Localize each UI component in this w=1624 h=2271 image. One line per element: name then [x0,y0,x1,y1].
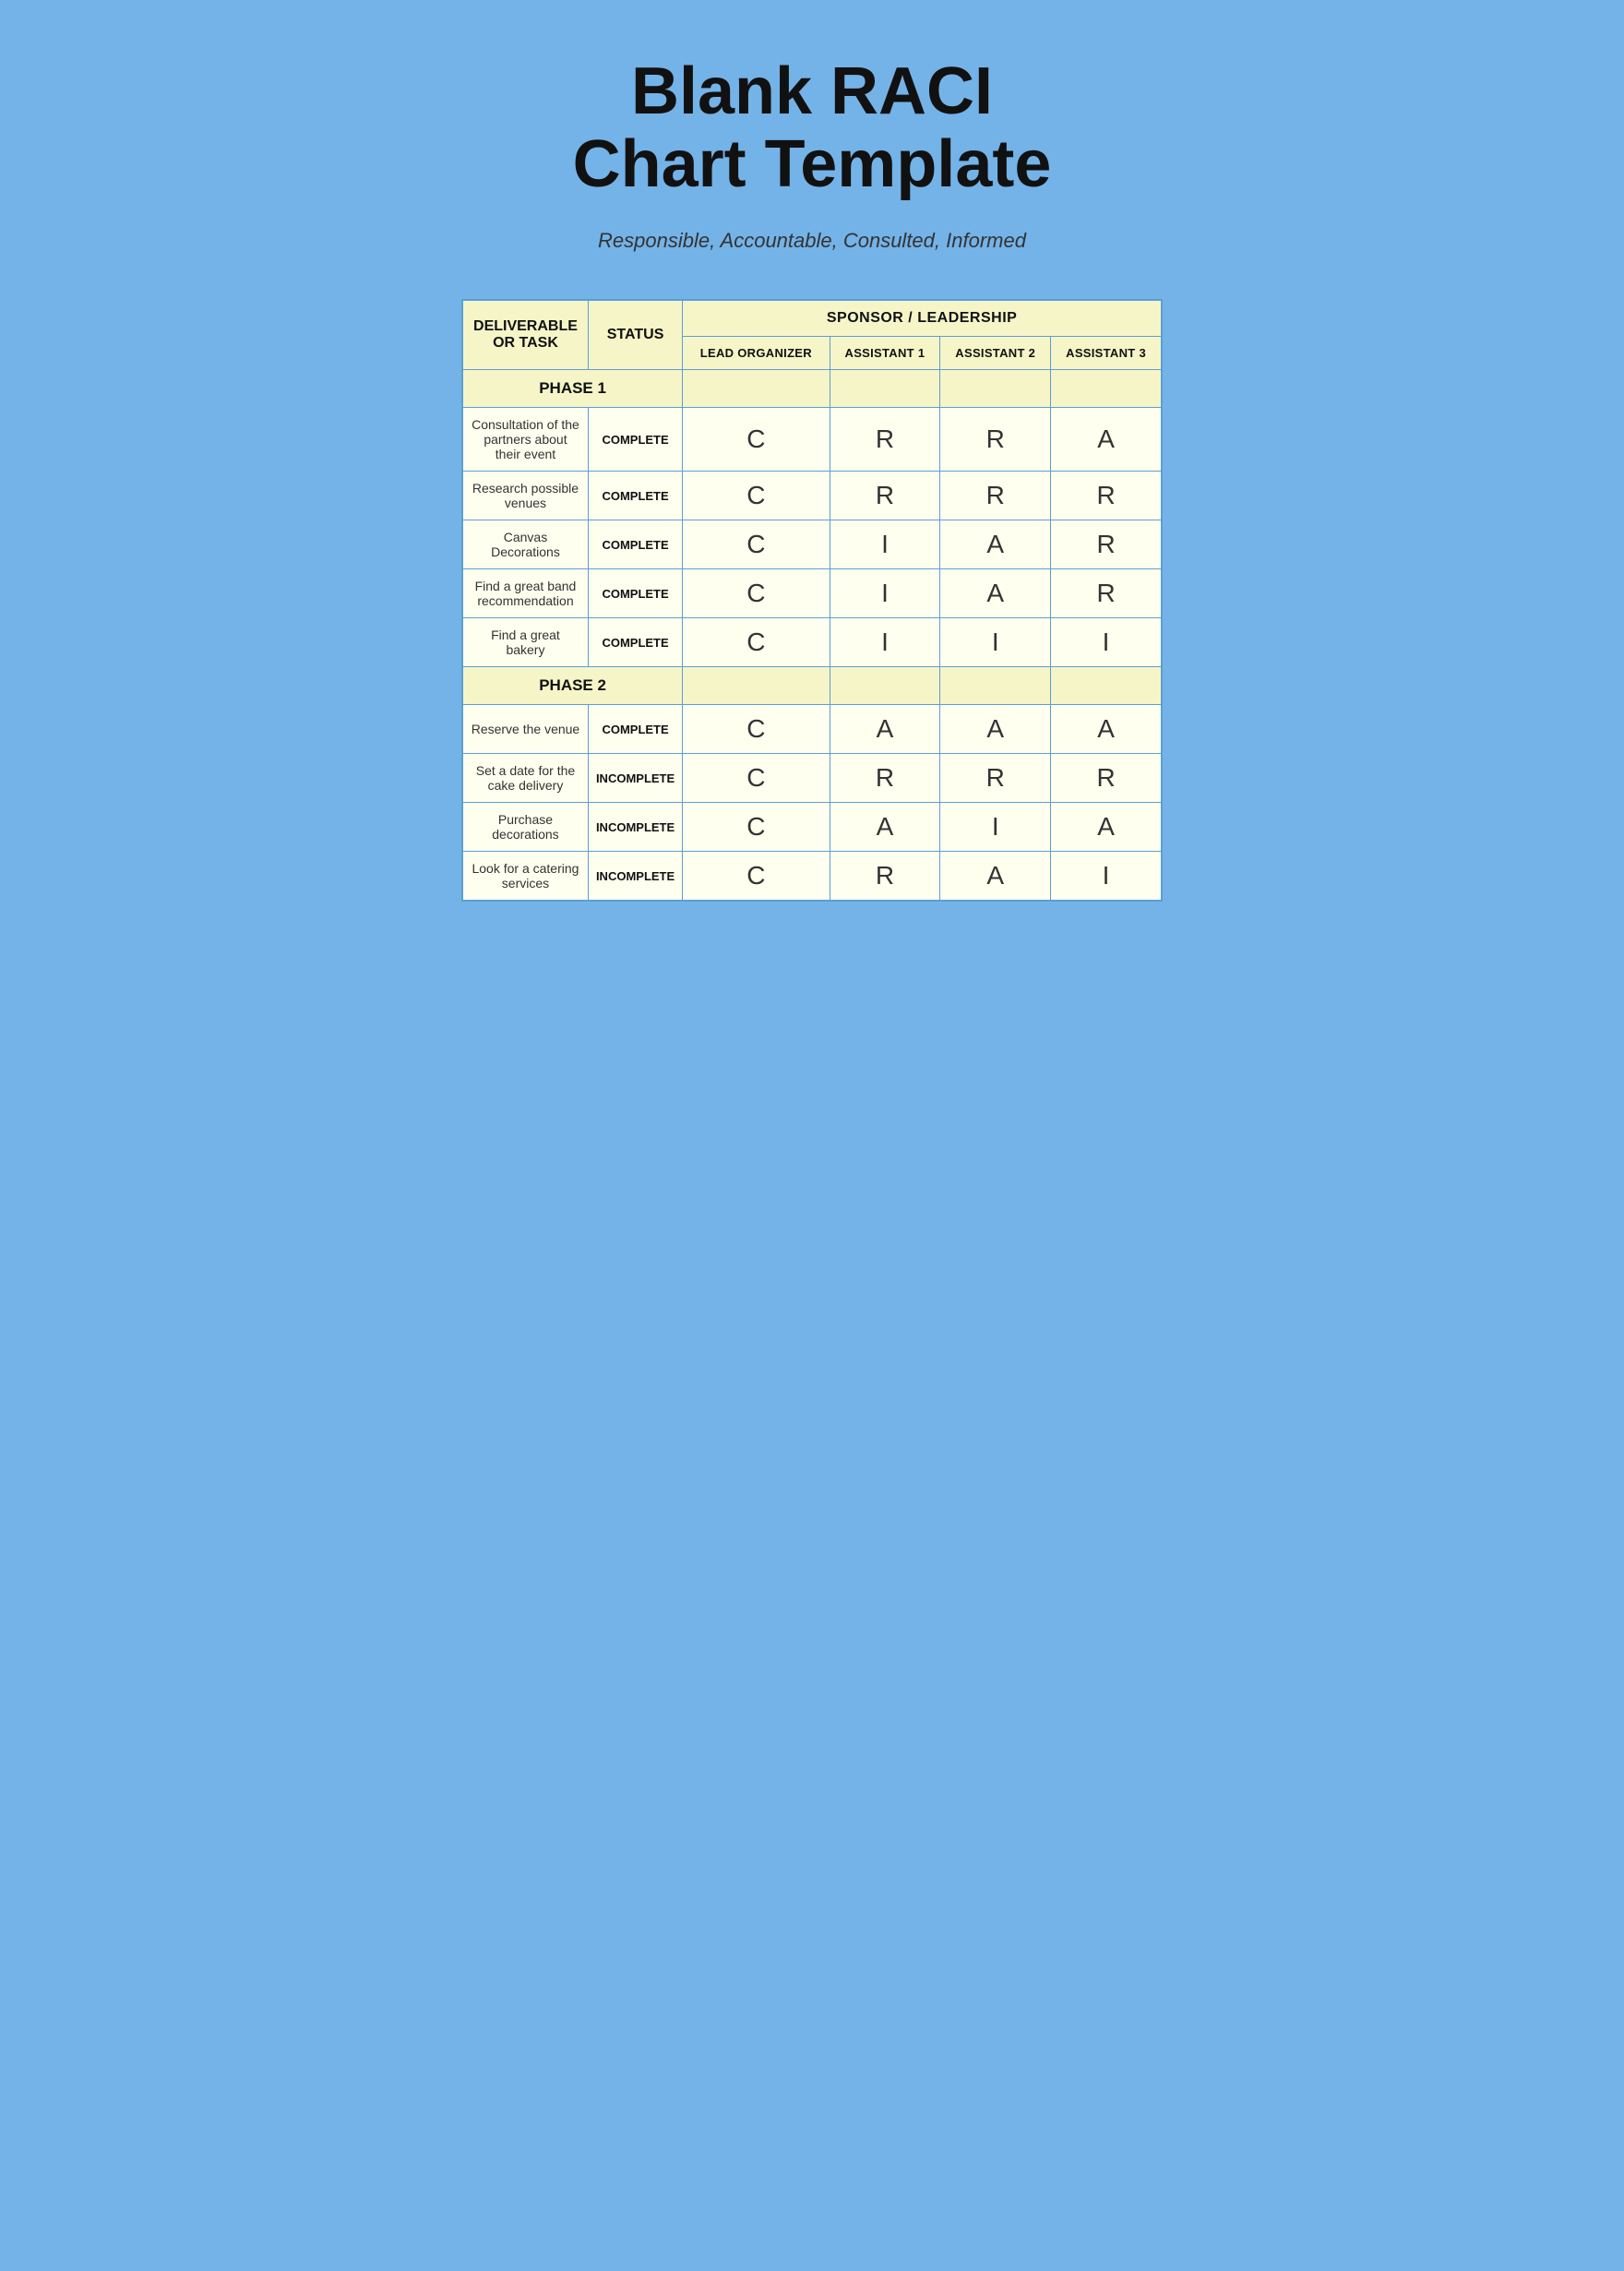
phase1-row: PHASE 1 [462,370,1162,408]
page-subtitle: Responsible, Accountable, Consulted, Inf… [598,229,1026,253]
a3-raci: A [1051,803,1162,852]
a1-raci: R [830,472,940,520]
table-row: Canvas Decorations COMPLETE C I A R [462,520,1162,569]
table-row: Find a great band recommendation COMPLET… [462,569,1162,618]
header-assistant1: ASSISTANT 1 [830,337,940,370]
a2-raci: I [940,618,1051,667]
status-cell: COMPLETE [588,705,682,754]
lead-raci: C [683,520,830,569]
table-row: Reserve the venue COMPLETE C A A A [462,705,1162,754]
lead-raci: C [683,754,830,803]
status-cell: INCOMPLETE [588,754,682,803]
a3-raci: A [1051,705,1162,754]
a3-raci: R [1051,472,1162,520]
a3-raci: R [1051,520,1162,569]
header-assistant3: ASSISTANT 3 [1051,337,1162,370]
a1-raci: R [830,852,940,902]
status-cell: COMPLETE [588,618,682,667]
a1-raci: R [830,408,940,472]
table-row: Find a great bakery COMPLETE C I I I [462,618,1162,667]
status-cell: INCOMPLETE [588,803,682,852]
lead-raci: C [683,705,830,754]
task-name: Research possible venues [462,472,588,520]
task-name: Set a date for the cake delivery [462,754,588,803]
a3-raci: A [1051,408,1162,472]
lead-raci: C [683,472,830,520]
header-deliverable: DELIVERABLE OR TASK [462,300,588,370]
task-name: Find a great band recommendation [462,569,588,618]
a2-raci: A [940,569,1051,618]
phase1-label: PHASE 1 [462,370,683,408]
a2-raci: A [940,520,1051,569]
task-name: Canvas Decorations [462,520,588,569]
lead-raci: C [683,408,830,472]
a1-raci: I [830,520,940,569]
status-cell: COMPLETE [588,408,682,472]
header-assistant2: ASSISTANT 2 [940,337,1051,370]
task-name: Reserve the venue [462,705,588,754]
task-name: Look for a catering services [462,852,588,902]
phase2-label: PHASE 2 [462,667,683,705]
lead-raci: C [683,852,830,902]
task-name: Purchase decorations [462,803,588,852]
status-cell: COMPLETE [588,520,682,569]
status-cell: COMPLETE [588,569,682,618]
table-row: Purchase decorations INCOMPLETE C A I A [462,803,1162,852]
a2-raci: A [940,852,1051,902]
header-status: STATUS [588,300,682,370]
a2-raci: R [940,472,1051,520]
lead-raci: C [683,618,830,667]
table-row: Set a date for the cake delivery INCOMPL… [462,754,1162,803]
page-title: Blank RACI Chart Template [573,55,1052,201]
a2-raci: R [940,408,1051,472]
status-cell: COMPLETE [588,472,682,520]
table-row: Research possible venues COMPLETE C R R … [462,472,1162,520]
phase2-row: PHASE 2 [462,667,1162,705]
page-container: Blank RACI Chart Template Responsible, A… [461,55,1163,902]
task-name: Consultation of the partners about their… [462,408,588,472]
a3-raci: I [1051,618,1162,667]
a3-raci: I [1051,852,1162,902]
header-sponsor: SPONSOR / LEADERSHIP [683,300,1162,337]
table-row: Consultation of the partners about their… [462,408,1162,472]
a2-raci: A [940,705,1051,754]
status-cell: INCOMPLETE [588,852,682,902]
header-lead-organizer: LEAD ORGANIZER [683,337,830,370]
lead-raci: C [683,803,830,852]
a2-raci: I [940,803,1051,852]
a1-raci: I [830,618,940,667]
a1-raci: A [830,803,940,852]
table-row: Look for a catering services INCOMPLETE … [462,852,1162,902]
a1-raci: A [830,705,940,754]
a3-raci: R [1051,754,1162,803]
task-name: Find a great bakery [462,618,588,667]
a2-raci: R [940,754,1051,803]
raci-table: DELIVERABLE OR TASK STATUS SPONSOR / LEA… [461,299,1163,902]
a1-raci: I [830,569,940,618]
lead-raci: C [683,569,830,618]
a1-raci: R [830,754,940,803]
a3-raci: R [1051,569,1162,618]
